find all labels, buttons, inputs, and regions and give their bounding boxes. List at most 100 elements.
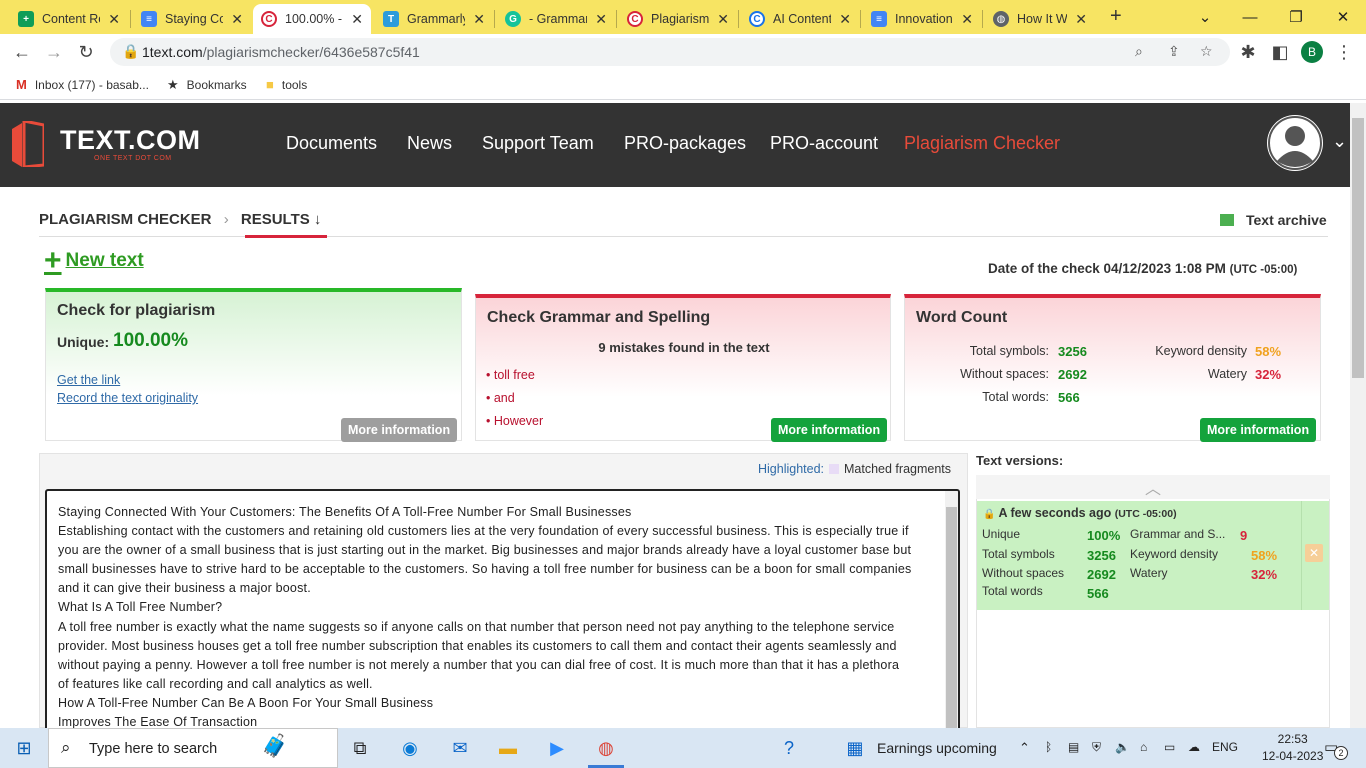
bookmark-star-icon[interactable]: ☆ (1200, 43, 1213, 60)
text-archive-link[interactable]: Text archive (1220, 212, 1327, 228)
chrome-icon[interactable]: ◍ (594, 736, 618, 760)
browser-tab[interactable]: ≡ Staying Co ✕ (133, 4, 251, 34)
mistake-item[interactable]: • and (486, 391, 515, 405)
mistake-item[interactable]: • toll free (486, 368, 535, 382)
display-icon[interactable]: ▤ (1068, 740, 1079, 754)
security-icon[interactable]: ⛨ (1092, 740, 1101, 755)
news-widget-icon[interactable]: ▦ (843, 736, 867, 760)
close-icon[interactable]: ✕ (1075, 11, 1087, 28)
nav-support-team[interactable]: Support Team (482, 133, 594, 154)
delete-version-icon[interactable]: ✕ (1305, 544, 1323, 562)
close-icon[interactable]: ✕ (473, 11, 485, 28)
close-icon[interactable]: ✕ (839, 11, 851, 28)
minimize-icon[interactable]: — (1227, 0, 1273, 34)
new-tab-icon[interactable]: + (1110, 5, 1122, 28)
bookmark-bookmarks[interactable]: ★ Bookmarks (167, 77, 247, 93)
help-icon[interactable]: ? (777, 736, 801, 760)
version-words-label: Total words (982, 584, 1043, 598)
clock[interactable]: 22:53 12-04-2023 (1262, 732, 1323, 763)
word-count-more-info-button[interactable]: More information (1200, 418, 1317, 442)
network-icon[interactable]: ⌂ (1140, 740, 1147, 754)
tab-title: Innovation (895, 12, 953, 26)
file-explorer-icon[interactable]: ▬ (496, 736, 520, 760)
bookmark-inbox[interactable]: M Inbox (177) - basab... (16, 77, 149, 92)
checked-text-box[interactable]: Staying Connected With Your Customers: T… (45, 489, 960, 734)
menu-kebab-icon[interactable]: ⋮ (1332, 40, 1356, 64)
chevron-up-icon[interactable]: ︿ (976, 475, 1330, 499)
breadcrumb-root[interactable]: PLAGIARISM CHECKER (39, 211, 212, 228)
forward-icon[interactable]: → (42, 40, 66, 64)
watery-value: 32% (1255, 367, 1282, 382)
browser-tab[interactable]: ◍ How It Wo ✕ (985, 4, 1095, 34)
back-icon[interactable]: ← (10, 40, 34, 64)
logo-text[interactable]: TEXT.COM (60, 125, 201, 156)
taskbar-search[interactable]: ⌕ Type here to search 🧳 (48, 728, 338, 768)
browser-tab-active[interactable]: C 100.00% - ✕ (253, 4, 371, 34)
chevron-up-icon[interactable]: ⌃ (1019, 740, 1030, 756)
edge-icon[interactable]: ◉ (398, 736, 422, 760)
user-avatar-icon[interactable] (1267, 115, 1323, 171)
browser-tab[interactable]: + Content Re ✕ (10, 4, 128, 34)
grammar-more-info-button[interactable]: More information (771, 418, 888, 442)
bookmark-tools[interactable]: ■ tools (266, 77, 307, 92)
zoom-app-icon[interactable]: ▶ (545, 736, 569, 760)
close-icon[interactable]: ✕ (108, 11, 120, 28)
nav-documents[interactable]: Documents (286, 133, 377, 154)
share-icon[interactable]: ⇪ (1168, 43, 1180, 60)
close-icon[interactable]: ✕ (961, 11, 973, 28)
tab-search-chevron-icon[interactable]: ⌄ (1182, 0, 1228, 34)
reload-icon[interactable]: ↻ (74, 40, 98, 64)
close-icon[interactable]: ✕ (231, 11, 243, 28)
breadcrumb: PLAGIARISM CHECKER › RESULTS ↓ (39, 211, 321, 228)
address-bar[interactable]: 🔒 1text.com/plagiarismchecker/6436e587c5… (110, 38, 1230, 66)
close-icon[interactable]: ✕ (351, 11, 363, 28)
mistake-item[interactable]: • However (486, 414, 543, 428)
lock-icon[interactable]: 🔒 (122, 43, 139, 60)
windows-start-icon[interactable]: ⊞ (12, 736, 36, 760)
plagiarism-more-info-button[interactable]: More information (341, 418, 458, 442)
archive-icon (1220, 214, 1234, 226)
get-link[interactable]: Get the link (57, 373, 120, 387)
onedrive-icon[interactable]: ☁ (1188, 740, 1200, 754)
version-unique-label: Unique (982, 527, 1021, 541)
grammar-card-title: Check Grammar and Spelling (487, 309, 711, 326)
close-icon[interactable]: ✕ (717, 11, 729, 28)
browser-tab[interactable]: T Grammarly ✕ (375, 4, 493, 34)
side-panel-icon[interactable]: ◧ (1268, 40, 1292, 64)
task-view-icon[interactable]: ⧉ (348, 736, 372, 760)
text-line: you are the owner of a small business th… (58, 543, 912, 558)
text-scrollbar-thumb[interactable] (946, 507, 957, 732)
gmail-icon: M (16, 77, 27, 92)
battery-icon[interactable]: ▭ (1164, 740, 1175, 754)
close-window-icon[interactable]: ✕ (1320, 0, 1366, 34)
restore-icon[interactable]: ❐ (1273, 0, 1319, 34)
highlighted-label: Highlighted: (758, 462, 825, 476)
volume-icon[interactable]: 🔈 (1115, 740, 1130, 754)
browser-tab[interactable]: G - Grammar ✕ (497, 4, 615, 34)
close-icon[interactable]: ✕ (595, 11, 607, 28)
nav-plagiarism-checker[interactable]: Plagiarism Checker (904, 133, 1060, 154)
browser-tab[interactable]: ≡ Innovation ✕ (863, 4, 981, 34)
news-label[interactable]: Earnings upcoming (877, 740, 997, 756)
text-com-logo-icon[interactable] (12, 121, 44, 167)
mail-icon[interactable]: ✉ (448, 736, 472, 760)
new-text-button[interactable]: + New text (44, 246, 144, 276)
nav-news[interactable]: News (407, 133, 452, 154)
record-originality-link[interactable]: Record the text originality (57, 391, 198, 405)
chevron-down-icon[interactable]: ⌄ (1332, 131, 1347, 152)
browser-tab[interactable]: C Plagiarism ✕ (619, 4, 737, 34)
nav-pro-account[interactable]: PRO-account (770, 133, 878, 154)
bluetooth-icon[interactable]: ᛒ (1045, 740, 1052, 754)
zoom-icon[interactable]: ⌕ (1135, 43, 1143, 60)
version-time-label: A few seconds ago (998, 506, 1112, 520)
browser-tab[interactable]: C AI Content ✕ (741, 4, 859, 34)
version-grammar-label: Grammar and S... (1130, 527, 1226, 541)
nav-pro-packages[interactable]: PRO-packages (624, 133, 746, 154)
page-scrollbar-thumb[interactable] (1352, 118, 1364, 378)
extensions-icon[interactable]: ✱ (1236, 40, 1260, 64)
profile-avatar[interactable]: B (1301, 41, 1323, 63)
language-indicator[interactable]: ENG (1212, 740, 1238, 754)
text-line: without paying a penny. However a toll f… (58, 657, 900, 672)
text-versions-title: Text versions: (976, 453, 1064, 468)
version-item[interactable]: 🔒 A few seconds ago (UTC -05:00) Unique … (977, 501, 1301, 610)
